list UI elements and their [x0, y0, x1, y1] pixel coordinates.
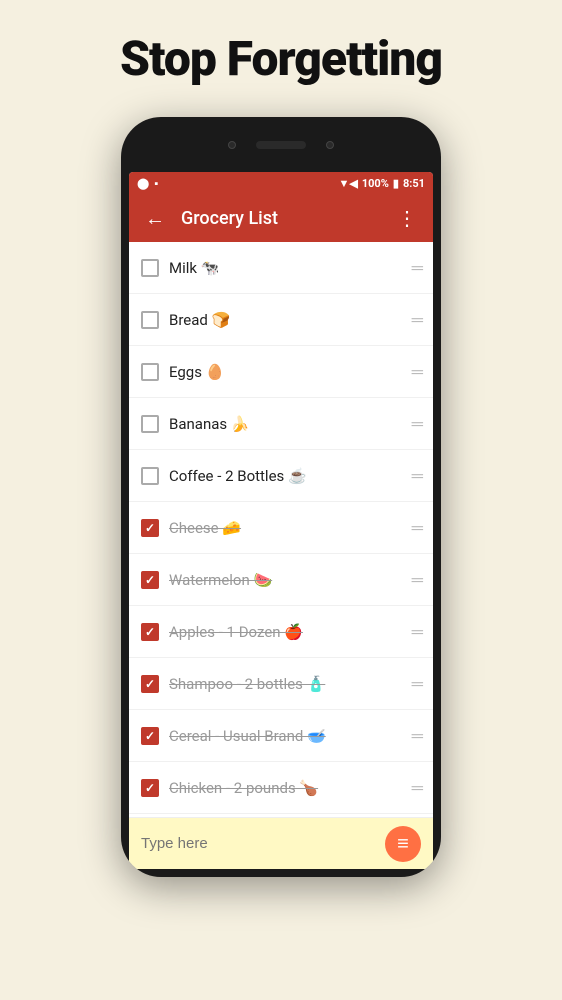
drag-handle-icon[interactable]: ═ [412, 676, 421, 692]
drag-handle-icon[interactable]: ═ [412, 312, 421, 328]
item-checkbox[interactable] [141, 415, 159, 433]
add-list-icon: ≡ [397, 831, 409, 856]
drag-handle-icon[interactable]: ═ [412, 572, 421, 588]
list-item: Shampoo - 2 bottles 🧴 ═ [129, 658, 433, 710]
drag-handle-icon[interactable]: ═ [412, 624, 421, 640]
camera-front-icon [326, 141, 334, 149]
type-input[interactable] [141, 835, 375, 852]
list-item: Chicken - 2 pounds 🍗 ═ [129, 762, 433, 814]
item-checkbox[interactable] [141, 623, 159, 641]
bottom-input-bar: ≡ [129, 817, 433, 869]
list-item: Milk 🐄 ═ [129, 242, 433, 294]
phone-screen: ⬤ ▪ ▼◀ 100% ▮ 8:51 ← Grocery List ⋮ Milk [129, 172, 433, 869]
status-right: ▼◀ 100% ▮ 8:51 [338, 177, 425, 190]
drag-handle-icon[interactable]: ═ [412, 260, 421, 276]
list-item: Coffee - 2 Bottles ☕ ═ [129, 450, 433, 502]
item-checkbox[interactable] [141, 571, 159, 589]
item-checkbox[interactable] [141, 727, 159, 745]
app-bar: ← Grocery List ⋮ [129, 194, 433, 242]
item-checkbox[interactable] [141, 259, 159, 277]
item-checkbox[interactable] [141, 467, 159, 485]
list-item: Cereal - Usual Brand 🥣 ═ [129, 710, 433, 762]
drag-handle-icon[interactable]: ═ [412, 520, 421, 536]
item-text: Apples - 1 Dozen 🍎 [169, 623, 402, 641]
item-text: Milk 🐄 [169, 259, 402, 277]
battery-percent: 100% [362, 177, 389, 190]
status-bar: ⬤ ▪ ▼◀ 100% ▮ 8:51 [129, 172, 433, 194]
item-checkbox[interactable] [141, 779, 159, 797]
app-bar-title: Grocery List [181, 208, 381, 229]
add-item-button[interactable]: ≡ [385, 826, 421, 862]
camera-icon [228, 141, 236, 149]
list-item: Cheese 🧀 ═ [129, 502, 433, 554]
list-item: Apples - 1 Dozen 🍎 ═ [129, 606, 433, 658]
item-text: Eggs 🥚 [169, 363, 402, 381]
phone-device: ⬤ ▪ ▼◀ 100% ▮ 8:51 ← Grocery List ⋮ Milk [121, 117, 441, 877]
item-checkbox[interactable] [141, 311, 159, 329]
list-item: Eggs 🥚 ═ [129, 346, 433, 398]
list-item: Watermelon 🍉 ═ [129, 554, 433, 606]
page-headline: Stop Forgetting [120, 30, 442, 87]
item-text: Cereal - Usual Brand 🥣 [169, 727, 402, 745]
drag-handle-icon[interactable]: ═ [412, 728, 421, 744]
time-display: 8:51 [403, 177, 425, 190]
item-text: Watermelon 🍉 [169, 571, 402, 589]
status-left: ⬤ ▪ [137, 177, 158, 190]
recording-icon: ⬤ [137, 177, 149, 190]
list-item: Bananas 🍌 ═ [129, 398, 433, 450]
speaker-icon [256, 141, 306, 149]
sim-icon: ▪ [154, 177, 158, 190]
item-text: Coffee - 2 Bottles ☕ [169, 467, 402, 485]
drag-handle-icon[interactable]: ═ [412, 364, 421, 380]
item-text: Bread 🍞 [169, 311, 402, 329]
item-text: Shampoo - 2 bottles 🧴 [169, 675, 402, 693]
wifi-icon: ▼◀ [338, 177, 357, 190]
item-text: Bananas 🍌 [169, 415, 402, 433]
item-checkbox[interactable] [141, 363, 159, 381]
menu-button[interactable]: ⋮ [393, 202, 421, 234]
item-text: Cheese 🧀 [169, 519, 402, 537]
phone-top-bar [121, 117, 441, 172]
item-checkbox[interactable] [141, 519, 159, 537]
back-button[interactable]: ← [141, 202, 169, 235]
drag-handle-icon[interactable]: ═ [412, 416, 421, 432]
item-text: Chicken - 2 pounds 🍗 [169, 779, 402, 797]
list-item: Bread 🍞 ═ [129, 294, 433, 346]
phone-shell: ⬤ ▪ ▼◀ 100% ▮ 8:51 ← Grocery List ⋮ Milk [121, 117, 441, 877]
grocery-list: Milk 🐄═Bread 🍞═Eggs 🥚═Bananas 🍌═Coffee -… [129, 242, 433, 817]
item-checkbox[interactable] [141, 675, 159, 693]
battery-icon: ▮ [393, 177, 399, 190]
drag-handle-icon[interactable]: ═ [412, 780, 421, 796]
drag-handle-icon[interactable]: ═ [412, 468, 421, 484]
